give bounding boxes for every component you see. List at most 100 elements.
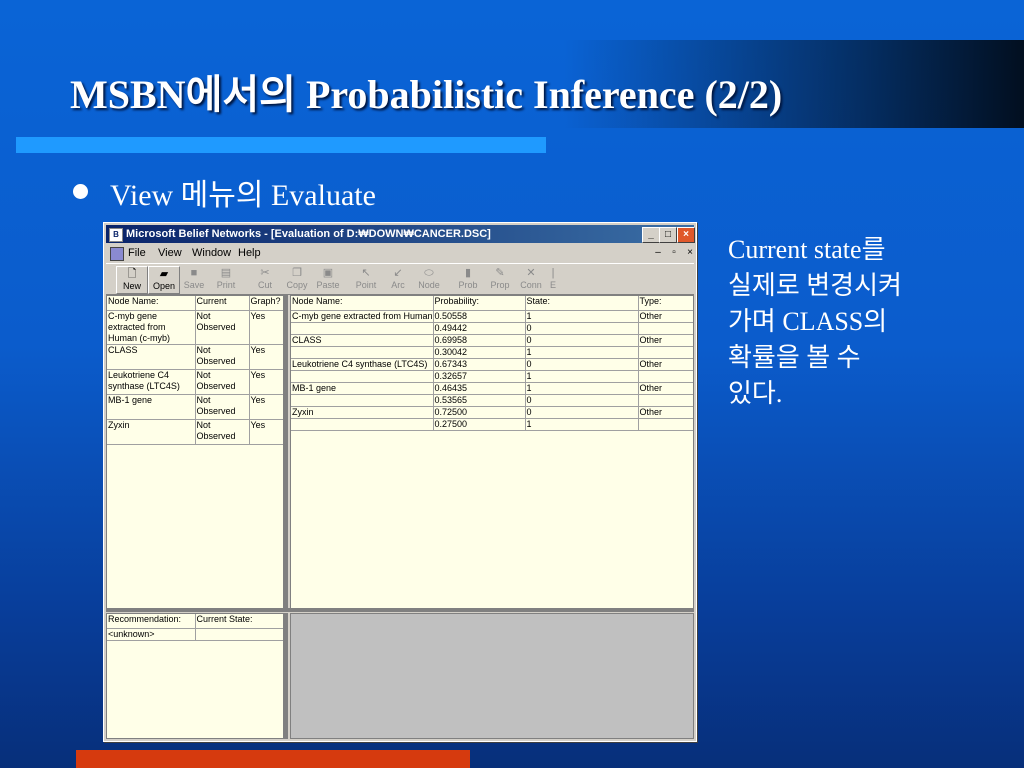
node-button[interactable]: ⬭ Node (414, 266, 444, 292)
column-header[interactable]: Current (195, 296, 250, 311)
menu-help[interactable]: Help (238, 244, 261, 262)
save-button[interactable]: ■ Save (179, 266, 209, 292)
horizontal-splitter[interactable] (106, 608, 694, 612)
toolbar-label: Prop (490, 280, 510, 290)
node-name-cell: C-myb gene extracted from Human (c-myb) (107, 310, 196, 345)
menu-window[interactable]: Window (192, 244, 231, 262)
side-note: Current state를 실제로 변경시켜 가며 CLASS의 확률을 볼 … (728, 232, 998, 412)
probability-cell: 0.32657 (433, 370, 526, 383)
e-button[interactable]: | E (548, 266, 558, 292)
toolbar-label: Paste (316, 280, 340, 290)
app-icon[interactable]: B (109, 228, 123, 242)
table-row[interactable]: C-myb gene extracted from Human 0.50558 1 O… (291, 310, 693, 323)
column-header[interactable]: Node Name: (291, 296, 434, 311)
node-list-pane: Node Name: Current Graph? C-myb gene ext… (106, 295, 284, 609)
menu-bar: File View Window Help – ▫ × (106, 244, 694, 262)
current-state-cell[interactable]: Not Observed (195, 310, 250, 345)
minimize-icon[interactable]: _ (642, 227, 660, 243)
point-button[interactable]: ↖ Point (351, 266, 381, 292)
paste-button[interactable]: ▣ Paste (313, 266, 343, 292)
document-icon[interactable] (110, 247, 124, 261)
open-button[interactable]: ▰ Open (148, 266, 180, 294)
column-header[interactable]: Node Name: (107, 296, 196, 311)
copy-button[interactable]: ❐ Copy (282, 266, 312, 292)
close-icon[interactable]: × (677, 227, 695, 243)
child-close-icon[interactable]: × (684, 247, 696, 259)
type-cell: Other (638, 406, 693, 419)
probability-pane: Node Name: Probability: State: Type: C-m… (290, 295, 694, 609)
print-button[interactable]: ▤ Print (211, 266, 241, 292)
toolbar-label: Save (183, 280, 205, 290)
conn-button[interactable]: ✕ Conn (516, 266, 546, 292)
cut-button[interactable]: ✂ Cut (250, 266, 280, 292)
arc-button[interactable]: ↙ Arc (383, 266, 413, 292)
column-header[interactable]: State: (525, 296, 639, 311)
menu-view[interactable]: View (158, 244, 182, 262)
prop-button[interactable]: ✎ Prop (485, 266, 515, 292)
menu-file[interactable]: File (128, 244, 146, 262)
table-row[interactable]: <unknown> (107, 628, 283, 641)
toolbar-label: Cut (257, 280, 272, 290)
side-note-line: 가며 CLASS의 (728, 307, 888, 336)
vertical-splitter[interactable] (284, 295, 288, 609)
current-state-cell[interactable]: Not Observed (195, 369, 250, 395)
new-button[interactable]: 🗋 New (116, 266, 148, 294)
type-cell: Other (638, 382, 693, 395)
table-row[interactable]: 0.53565 0 (291, 394, 693, 407)
column-header[interactable]: Probability: (433, 296, 526, 311)
table-row[interactable]: 0.30042 1 (291, 346, 693, 359)
graph-cell[interactable]: Yes (249, 369, 283, 395)
column-header[interactable]: Graph? (249, 296, 283, 311)
current-state-cell[interactable]: Not Observed (195, 394, 250, 420)
table-row[interactable]: Leukotriene C4 synthase (LTC4S) 0.67343 0 O… (291, 358, 693, 371)
table-row[interactable]: Zyxin 0.72500 0 Other (291, 406, 693, 419)
side-note-line: 확률을 볼 수 (728, 343, 861, 372)
table-row[interactable]: 0.49442 0 (291, 322, 693, 335)
pointer-icon: ↖ (361, 267, 371, 279)
node-name-cell: Leukotriene C4 synthase (LTC4S) (107, 369, 196, 395)
window-titlebar[interactable]: B Microsoft Belief Networks - [Evaluatio… (106, 225, 695, 243)
graph-cell[interactable]: Yes (249, 419, 283, 445)
probability-cell: 0.72500 (433, 406, 526, 419)
table-row[interactable]: 0.32657 1 (291, 370, 693, 383)
state-cell: 0 (525, 322, 639, 335)
state-cell: 1 (525, 370, 639, 383)
column-header[interactable]: Recommendation: (107, 614, 196, 629)
state-cell: 1 (525, 310, 639, 323)
bullet-icon (73, 184, 88, 199)
state-cell: 0 (525, 394, 639, 407)
type-cell (638, 346, 693, 359)
node-name-cell: Leukotriene C4 synthase (LTC4S) (291, 358, 434, 371)
table-row[interactable]: 0.27500 1 (291, 418, 693, 431)
table-row[interactable]: C-myb gene extracted from Human (c-myb) … (107, 310, 283, 345)
child-minimize-icon[interactable]: – (652, 247, 664, 259)
column-header[interactable]: Current State: (195, 614, 283, 629)
vertical-splitter-lower[interactable] (284, 613, 288, 739)
prop-icon: ✎ (495, 267, 505, 279)
current-state-cell[interactable]: Not Observed (195, 419, 250, 445)
maximize-icon[interactable]: □ (659, 227, 677, 243)
node-list-table: Node Name: Current Graph? C-myb gene ext… (107, 296, 283, 445)
child-restore-icon[interactable]: ▫ (668, 247, 680, 259)
probability-cell: 0.30042 (433, 346, 526, 359)
table-row[interactable]: MB-1 gene 0.46435 1 Other (291, 382, 693, 395)
table-row[interactable]: Leukotriene C4 synthase (LTC4S) Not Obse… (107, 369, 283, 395)
graph-cell[interactable]: Yes (249, 310, 283, 345)
current-state-cell[interactable] (195, 628, 283, 641)
conn-icon: ✕ (526, 267, 536, 279)
window-title: Microsoft Belief Networks - [Evaluation … (126, 228, 491, 240)
type-cell (638, 370, 693, 383)
table-row[interactable]: CLASS 0.69958 0 Other (291, 334, 693, 347)
table-row[interactable]: MB-1 gene Not Observed Yes (107, 394, 283, 420)
type-cell: Other (638, 310, 693, 323)
new-doc-icon: 🗋 (127, 268, 137, 280)
table-row[interactable]: Zyxin Not Observed Yes (107, 419, 283, 445)
prob-button[interactable]: ▮ Prob (453, 266, 483, 292)
current-state-cell[interactable]: Not Observed (195, 344, 250, 370)
column-header[interactable]: Type: (638, 296, 693, 311)
table-row[interactable]: CLASS Not Observed Yes (107, 344, 283, 370)
graph-cell[interactable]: Yes (249, 394, 283, 420)
graph-cell[interactable]: Yes (249, 344, 283, 370)
node-name-cell (291, 370, 434, 383)
toolbar-label: E (549, 280, 556, 290)
